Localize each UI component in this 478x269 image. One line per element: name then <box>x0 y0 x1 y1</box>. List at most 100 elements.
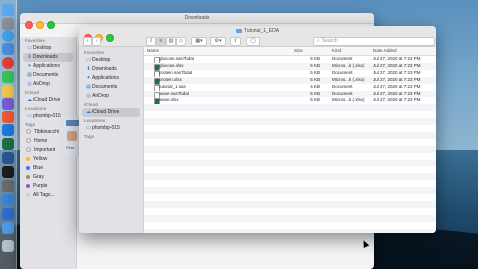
airdrop-icon: ◎ <box>27 81 32 87</box>
empty-row <box>144 139 436 146</box>
table-row[interactable]: glucose.xlsx 5 KB Micros...k (.xlsx) Jul 27… <box>144 62 436 71</box>
excel-icon[interactable] <box>2 138 14 150</box>
applications-icon: ✦ <box>27 63 32 69</box>
view-list-button[interactable]: ≡ <box>156 37 166 46</box>
tag-dot-icon <box>26 138 31 144</box>
table-row[interactable]: protein.sas7bdat 5 KB Document Jul 27, 2020… <box>144 70 436 78</box>
column-size[interactable]: Size <box>294 48 303 53</box>
table-row[interactable]: wave.sas7bdat 5 KB Document Jul 27, 2020 at… <box>144 90 436 99</box>
sidebar-item-documents[interactable]: ▤Documents <box>79 83 143 92</box>
sidebar-item-desktop[interactable]: ▭Desktop <box>79 56 143 65</box>
sidebar-tag-purple[interactable]: Purple <box>20 182 76 191</box>
peek-header <box>66 120 80 126</box>
trash-icon[interactable] <box>2 240 14 252</box>
table-row[interactable]: tutorial_1.sas 4 KB Document Jul 27, 2020 a… <box>144 83 436 92</box>
sidebar-tag-blue[interactable]: Blue <box>20 164 76 173</box>
sidebar-item-icloud-drive[interactable]: ☁iCloud Drive <box>20 96 76 105</box>
tag-dot-icon <box>26 192 30 197</box>
computer-icon: ▭ <box>27 113 32 119</box>
empty-row <box>144 166 436 173</box>
tag-button[interactable]: ◯ <box>246 37 260 46</box>
sidebar-item-downloads[interactable]: ⬇Downloads <box>23 53 73 62</box>
empty-row <box>144 153 436 160</box>
sidebar-section-tags: Tags <box>84 134 95 139</box>
column-headers: Name Size Kind Date Added <box>144 47 436 56</box>
empty-row <box>144 187 436 194</box>
empty-row <box>144 222 436 229</box>
cell-date: Jul 27, 2020 at 7:23 PM <box>373 90 421 96</box>
table-row[interactable]: glucose.sas7bdat 5 KB Document Jul 27, 2020… <box>144 56 436 64</box>
peek-label: Pers <box>66 145 75 150</box>
column-kind[interactable]: Kind <box>332 48 341 53</box>
sidebar-tag-all[interactable]: All Tags... <box>20 191 76 200</box>
sidebar-item-airdrop[interactable]: ◎AirDrop <box>20 80 76 89</box>
cell-date: Jul 27, 2020 at 7:23 PM <box>373 97 421 103</box>
avatar <box>67 131 77 141</box>
empty-row <box>144 194 436 201</box>
cell-kind: Document <box>332 56 353 61</box>
search-input[interactable]: ⌕ Search <box>313 37 435 46</box>
table-row[interactable]: wave.xlsx 5 KB Micros...k (.xlsx) Jul 27, 2… <box>144 97 436 106</box>
column-name[interactable]: Name <box>147 48 159 53</box>
mail-icon[interactable] <box>2 43 14 55</box>
sidebar-item-downloads[interactable]: ⬇Downloads <box>79 65 143 74</box>
downloads-icon: ⬇ <box>86 66 91 72</box>
back-button[interactable]: ‹ <box>83 37 92 46</box>
sidebar-item-documents[interactable]: ▤Documents <box>20 71 76 80</box>
empty-row <box>144 145 436 153</box>
empty-row <box>144 228 436 233</box>
launchpad-icon[interactable] <box>2 18 14 30</box>
zoom-button[interactable] <box>106 34 114 42</box>
window-title: Tutorial_1_EDA <box>79 28 436 34</box>
action-button[interactable]: ⚙▾ <box>210 37 226 46</box>
view-columns-button[interactable]: ▥ <box>166 37 176 46</box>
cell-size: 4 KB <box>310 83 320 89</box>
cloud-icon: ☁ <box>27 97 32 103</box>
folder-icon[interactable] <box>2 222 14 234</box>
rstudio-icon[interactable] <box>2 194 14 206</box>
safari-icon[interactable] <box>2 30 14 42</box>
maps-icon[interactable] <box>2 85 14 97</box>
terminal-icon[interactable] <box>2 166 14 178</box>
zoom-button[interactable] <box>47 21 55 29</box>
word-icon[interactable] <box>2 152 14 164</box>
column-date[interactable]: Date Added <box>373 48 397 53</box>
finder-icon[interactable] <box>2 4 14 16</box>
close-button[interactable] <box>25 21 33 29</box>
sidebar-item-desktop[interactable]: ▭Desktop <box>20 44 76 53</box>
appstore-icon[interactable] <box>2 124 14 136</box>
cell-size: 5 KB <box>310 56 320 61</box>
cell-kind: Document <box>332 90 353 96</box>
group-button[interactable]: ▦▾ <box>191 37 207 46</box>
sidebar-item-applications[interactable]: ✦Applications <box>20 62 76 71</box>
view-icons-button[interactable]: ⁞⁞ <box>146 37 156 46</box>
view-gallery-button[interactable]: ▭ <box>176 37 186 46</box>
minimize-button[interactable] <box>36 21 44 29</box>
sidebar-item-applications[interactable]: ✦Applications <box>79 74 143 83</box>
photos-icon[interactable] <box>2 111 14 123</box>
cell-size: 5 KB <box>310 90 320 96</box>
settings-icon[interactable] <box>2 180 14 192</box>
table-row[interactable]: protein.xlsx 5 KB Micros...k (.xlsx) Jul 27… <box>144 76 436 85</box>
sidebar-section-icloud: iCloud <box>25 90 39 95</box>
empty-row <box>144 208 436 215</box>
downloads-stack-icon[interactable] <box>2 208 14 220</box>
dock <box>0 0 17 269</box>
cell-date: Jul 27, 2020 at 7:23 PM <box>373 56 421 61</box>
forward-button[interactable]: › <box>92 37 101 46</box>
sidebar-section-locations: Locations <box>25 106 47 111</box>
messages-icon[interactable] <box>2 71 14 83</box>
share-button[interactable]: ⇪ <box>230 37 241 46</box>
sidebar-item-airdrop[interactable]: ◎AirDrop <box>79 92 143 101</box>
chrome-icon[interactable] <box>2 57 14 69</box>
sidebar-item-phsmbp[interactable]: ▭phsmbp-015 <box>79 124 143 133</box>
cell-date: Jul 27, 2020 at 7:23 PM <box>373 62 421 68</box>
sidebar-item-icloud-drive[interactable]: ☁iCloud Drive <box>82 108 140 117</box>
window-titlebar[interactable]: Downloads <box>20 13 374 29</box>
podcasts-icon[interactable] <box>2 98 14 110</box>
cell-size: 5 KB <box>310 62 320 68</box>
empty-row <box>144 173 436 181</box>
empty-row <box>144 111 436 118</box>
sidebar-tag-gray[interactable]: Gray <box>20 173 76 182</box>
window-titlebar[interactable]: Tutorial_1_EDA ‹ › ⁞⁞ ≡ ▥ ▭ ▦▾ ⚙▾ ⇪ ◯ ⌕ S… <box>79 26 436 47</box>
